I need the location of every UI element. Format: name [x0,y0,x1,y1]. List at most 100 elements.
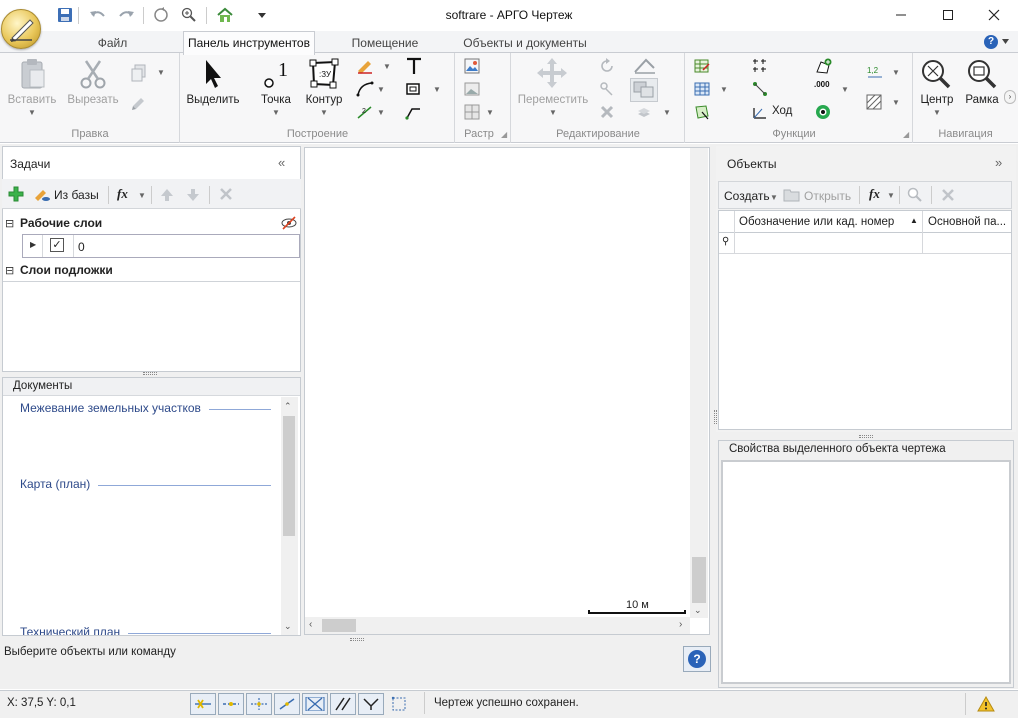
format-painter-icon[interactable] [130,94,148,112]
points-grid-icon[interactable] [752,58,768,74]
splitter-grip[interactable] [859,435,873,438]
copy-dropdown-icon[interactable]: ▼ [157,68,165,77]
pencil-draw-icon[interactable] [356,58,374,74]
visibility-off-icon[interactable] [281,216,297,230]
copy-icon[interactable] [130,64,148,82]
documents-scroll-thumb[interactable] [283,416,295,536]
col-header-main-param[interactable]: Основной па... [928,216,1006,228]
select-button[interactable]: Выделить [185,94,241,106]
move-up-icon[interactable] [159,187,175,203]
canvas-scroll-right-icon[interactable]: › [679,619,682,630]
scroll-down-icon[interactable]: ⌄ [284,621,292,632]
hatch-dropdown-icon[interactable]: ▼ [892,98,900,107]
raster-image-icon[interactable] [464,58,480,74]
arc-dropdown-icon[interactable]: ▼ [377,85,385,94]
coords-label[interactable]: .000 [814,80,830,89]
canvas-hscroll-thumb[interactable] [322,619,356,632]
center-dropdown-icon[interactable]: ▼ [933,108,941,117]
traverse-icon[interactable] [752,81,768,97]
collapse-right-icon[interactable]: » [995,155,1002,170]
snap-intersection-toggle[interactable] [246,693,272,715]
fx-dropdown-icon[interactable]: ▼ [138,191,146,200]
functions-expand-icon[interactable]: ◢ [903,130,909,139]
close-icon[interactable] [971,0,1017,30]
paste-button[interactable]: Вставить [6,94,58,106]
canvas-scroll-left-icon[interactable]: ‹ [309,619,312,630]
properties-grid[interactable] [721,460,1011,684]
canvas-hscrollbar[interactable] [305,617,690,634]
raster-layer-icon[interactable] [464,81,480,97]
maximize-icon[interactable] [925,0,971,30]
contour-button[interactable]: Контур [300,94,348,106]
ribbon-scroll-right-icon[interactable]: › [1004,90,1016,104]
coordinate-dropdown-icon[interactable]: ▼ [892,68,900,77]
function-fx-icon[interactable]: fx [117,186,128,202]
warnings-button[interactable] [965,693,1005,715]
drawing-canvas[interactable] [304,147,710,635]
snap-line-toggle[interactable] [274,693,300,715]
open-button[interactable]: Открыть [804,189,851,203]
paste-dropdown-icon[interactable]: ▼ [28,108,36,117]
working-layers-collapse-icon[interactable]: ⊟ [5,217,14,230]
move-dropdown-icon[interactable]: ▼ [549,108,557,117]
delete-layer-icon[interactable] [219,187,233,201]
layer-visible-checkbox[interactable]: ✓ [50,238,64,252]
sort-asc-icon[interactable]: ▲ [910,216,918,225]
search-object-icon[interactable] [907,187,923,203]
canvas-vscroll-thumb[interactable] [692,557,706,603]
frame-button[interactable]: Рамка [962,94,1002,106]
background-layers-collapse-icon[interactable]: ⊟ [5,264,14,277]
help-dropdown-icon[interactable] [1001,36,1010,46]
table-grid-icon[interactable] [694,81,710,97]
canvas-scroll-down-icon[interactable]: ⌄ [694,605,702,616]
cut-button[interactable]: Вырезать [64,94,122,106]
frame-object-icon[interactable] [404,81,422,97]
objects-fx-dropdown-icon[interactable]: ▼ [887,191,895,200]
raster-grid-icon[interactable] [464,104,480,120]
table-dropdown-icon[interactable]: ▼ [720,85,728,94]
splitter-grip[interactable] [350,638,364,641]
move-step-button[interactable]: Ход [772,105,794,117]
coordinate-input-icon[interactable]: 1,2 [866,64,884,80]
app-menu-button[interactable] [1,9,41,49]
move-button[interactable]: Переместить [515,94,591,106]
delete-object-icon[interactable] [941,188,955,202]
hatch-icon[interactable] [866,94,882,110]
point-button[interactable]: Точка [256,94,296,106]
move-down-icon[interactable] [185,187,201,203]
document-section-header[interactable]: Технический план [20,625,120,635]
create-dropdown-icon[interactable]: ▼ [770,193,778,202]
union-icon[interactable] [630,78,658,102]
add-layer-icon[interactable] [8,186,24,202]
snap-perpendicular-toggle[interactable] [358,693,384,715]
col-header-designation[interactable]: Обозначение или кад. номер [739,216,894,228]
layer-name[interactable]: 0 [78,240,85,254]
tab-premises[interactable]: Помещение [340,32,430,54]
table-edit-icon[interactable] [694,58,710,74]
mirror-icon[interactable] [632,56,658,76]
text-icon[interactable] [404,56,424,76]
measure-dropdown-icon[interactable]: ▼ [377,108,385,117]
circle-object-icon[interactable] [814,104,832,120]
command-help-button[interactable]: ? [683,646,711,672]
snap-parallel-toggle[interactable] [330,693,356,715]
tab-file[interactable]: Файл [75,32,150,54]
frame-dropdown-icon[interactable]: ▼ [433,85,441,94]
document-section-header[interactable]: Межевание земельных участков [20,401,201,415]
scroll-up-icon[interactable]: ⌃ [284,401,292,412]
snap-midpoint-toggle[interactable] [218,693,244,715]
from-db-button[interactable]: Из базы [54,188,99,202]
coords-dropdown-icon[interactable]: ▼ [841,85,849,94]
canvas-vscrollbar[interactable] [690,148,708,618]
minimize-icon[interactable] [878,0,924,30]
raster-dropdown-icon[interactable]: ▼ [486,108,494,117]
snap-endpoint-toggle[interactable] [190,693,216,715]
create-button[interactable]: Создать [724,189,770,203]
document-section-header[interactable]: Карта (план) [20,477,90,491]
add-point-icon[interactable] [814,58,832,76]
grid-snap-toggle[interactable] [388,694,410,714]
node-edit-icon[interactable] [599,81,615,97]
filter-row[interactable] [719,233,1011,254]
layer-transfer-dropdown-icon[interactable]: ▼ [663,108,671,117]
objects-fx-icon[interactable]: fx [869,186,880,202]
